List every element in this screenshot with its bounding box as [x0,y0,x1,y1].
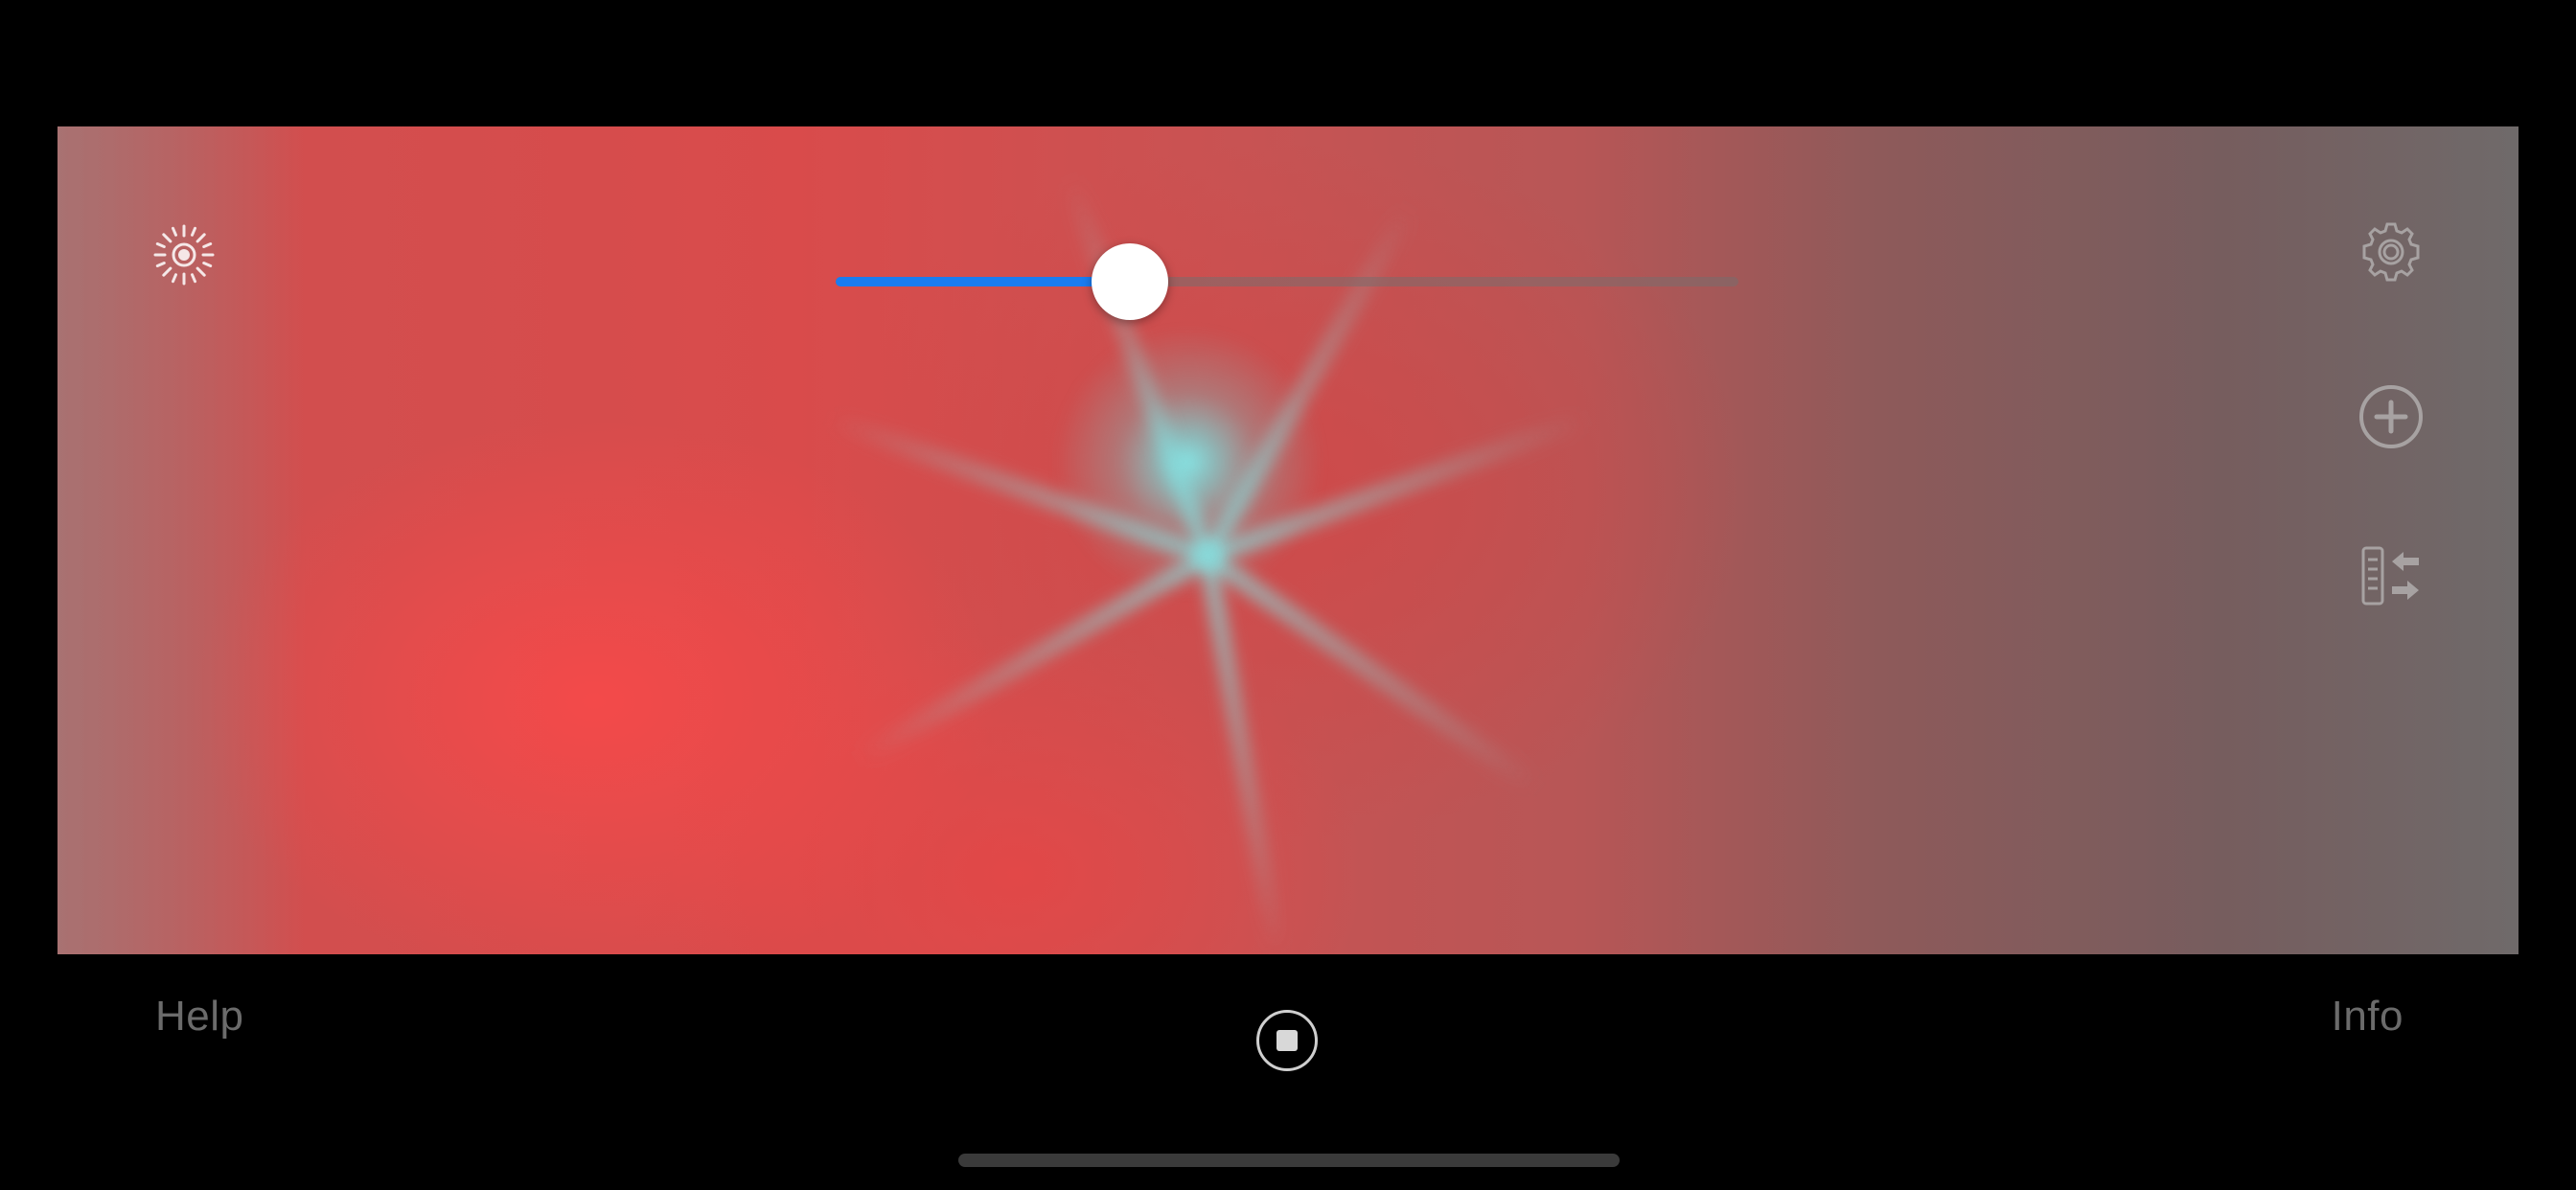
stop-button[interactable] [1256,1010,1318,1071]
home-indicator[interactable] [958,1154,1620,1167]
swap-list-icon[interactable] [2359,544,2425,607]
visualizer-ray [854,549,1212,766]
stop-icon [1276,1030,1298,1051]
plus-circle-icon[interactable] [2358,383,2425,450]
slider-thumb[interactable] [1092,243,1169,320]
speed-slider[interactable] [836,243,1738,320]
info-link[interactable]: Info [2332,993,2404,1041]
sun-icon[interactable] [151,222,217,287]
visualizer-ray [1202,549,1543,795]
gear-icon[interactable] [2359,220,2423,284]
screen: Help Info [0,0,2576,1190]
help-link[interactable]: Help [155,993,244,1041]
visualizer-ray [1199,555,1286,954]
slider-fill [836,277,1131,286]
visualizer-canvas[interactable] [58,126,2518,954]
